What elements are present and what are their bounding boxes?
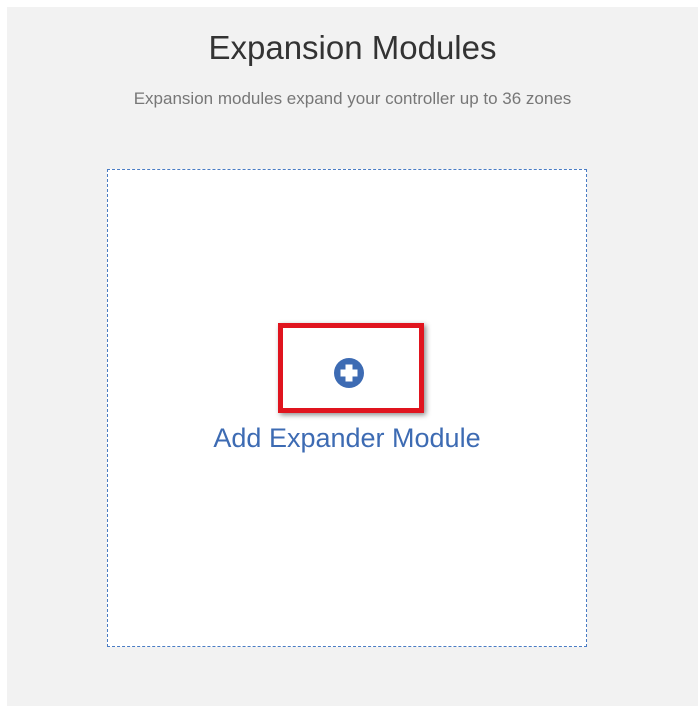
expansion-modules-panel: Expansion Modules Expansion modules expa…	[7, 7, 698, 706]
plus-circle-icon[interactable]	[321, 357, 373, 397]
add-module-dropzone[interactable]: Add Expander Module	[107, 169, 587, 647]
add-expander-module-link[interactable]: Add Expander Module	[108, 422, 586, 454]
page-title: Expansion Modules	[208, 29, 497, 66]
page-subtitle: Expansion modules expand your controller…	[133, 89, 572, 108]
